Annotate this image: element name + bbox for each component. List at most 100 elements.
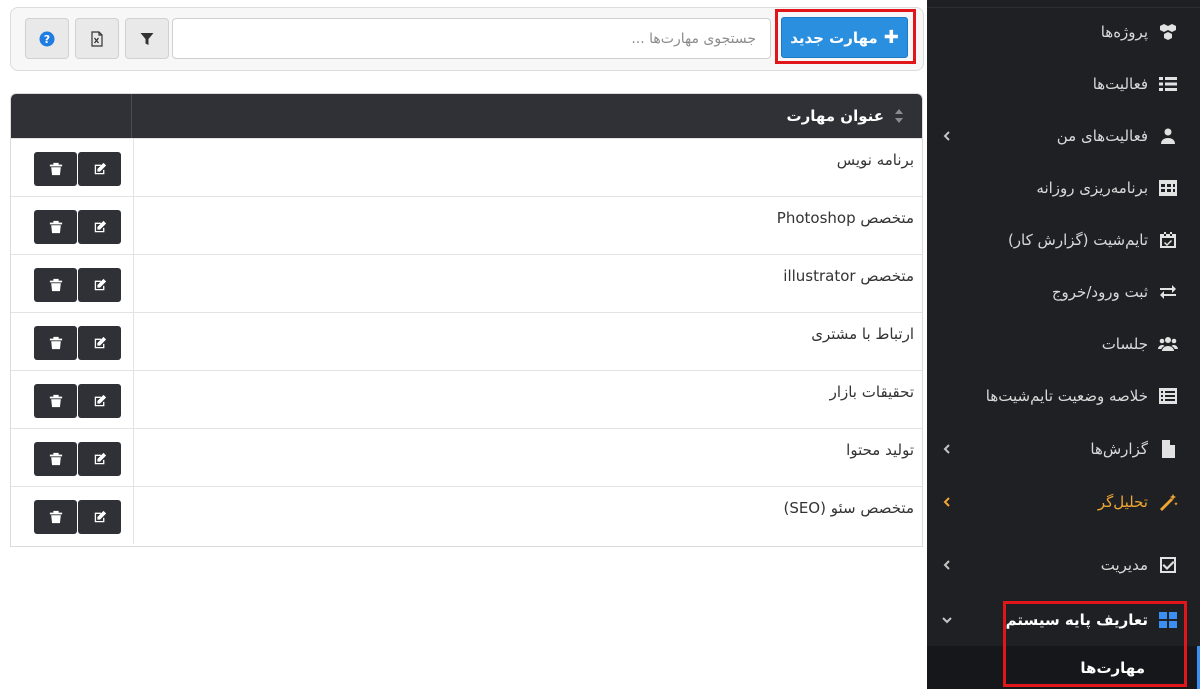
sidebar-item-reports[interactable]: گزارش‌ها: [927, 429, 1200, 469]
edit-button[interactable]: [78, 268, 121, 302]
row-actions: [11, 371, 132, 428]
sidebar-item-label: تعاریف پایه سیستم: [1005, 611, 1148, 629]
skill-title: تحقیقات بازار: [829, 383, 914, 401]
skill-title: متخصص Photoshop: [776, 209, 914, 227]
table-row: متخصص illustrator: [11, 254, 922, 312]
delete-button[interactable]: [34, 152, 77, 186]
sidebar-item-projects[interactable]: پروژه‌ها: [927, 12, 1200, 52]
edit-button[interactable]: [78, 384, 121, 418]
skill-title-cell: تولید محتوا: [133, 429, 922, 486]
trash-icon: [49, 452, 63, 466]
edit-button[interactable]: [78, 152, 121, 186]
edit-icon: [93, 510, 107, 524]
sidebar-item-check-in-out[interactable]: ثبت ورود/خروج: [927, 272, 1200, 312]
excel-export-button[interactable]: [75, 18, 119, 59]
skill-title-cell: متخصص illustrator: [133, 255, 922, 312]
sidebar-item-label: پروژه‌ها: [1100, 23, 1148, 41]
edit-icon: [93, 278, 107, 292]
sidebar-top-edge: [927, 0, 1200, 8]
skill-title: تولید محتوا: [846, 441, 914, 459]
chevron-left-icon: [937, 494, 953, 510]
sidebar-item-analyzer[interactable]: تحلیل‌گر: [927, 482, 1200, 522]
list-alt-icon: [1156, 386, 1180, 406]
exchange-icon: [1156, 282, 1180, 302]
row-actions: [11, 197, 132, 254]
table-row: متخصص سئو (SEO): [11, 486, 922, 544]
row-actions: [11, 313, 132, 370]
delete-button[interactable]: [34, 210, 77, 244]
magic-wand-icon: [1156, 492, 1180, 512]
help-button[interactable]: ?: [25, 18, 69, 59]
sidebar-subitem-label: مهارت‌ها: [1080, 658, 1145, 677]
table-row: تحقیقات بازار: [11, 370, 922, 428]
delete-button[interactable]: [34, 442, 77, 476]
table-row: تولید محتوا: [11, 428, 922, 486]
sidebar-item-label: خلاصه وضعیت تایم‌شیت‌ها: [985, 387, 1148, 405]
edit-icon: [93, 162, 107, 176]
edit-button[interactable]: [78, 500, 121, 534]
column-header-title-label: عنوان مهارت: [786, 107, 884, 125]
sidebar-item-management[interactable]: مدیریت: [927, 545, 1200, 585]
delete-button[interactable]: [34, 326, 77, 360]
skill-title-cell: متخصص Photoshop: [133, 197, 922, 254]
sidebar: پروژه‌ها فعالیت‌ها فعالیت‌های من برنامه‌…: [927, 0, 1200, 689]
skill-title-cell: تحقیقات بازار: [133, 371, 922, 428]
sidebar-item-label: ثبت ورود/خروج: [1051, 283, 1148, 301]
edit-icon: [93, 220, 107, 234]
edit-button[interactable]: [78, 210, 121, 244]
sidebar-item-label: برنامه‌ریزی روزانه: [1036, 179, 1148, 197]
delete-button[interactable]: [34, 500, 77, 534]
column-header-actions: [11, 94, 132, 138]
sidebar-item-label: فعالیت‌ها: [1092, 75, 1148, 93]
delete-button[interactable]: [34, 268, 77, 302]
svg-text:?: ?: [44, 33, 50, 46]
skills-table: عنوان مهارت برنامه نویس متخصص Photoshop مت…: [10, 93, 923, 547]
users-icon: [1156, 334, 1180, 354]
trash-icon: [49, 162, 63, 176]
list-icon: [1156, 74, 1180, 94]
calendar-check-icon: [1156, 230, 1180, 250]
filter-button[interactable]: [125, 18, 169, 59]
sidebar-item-meetings[interactable]: جلسات: [927, 324, 1200, 364]
column-header-title[interactable]: عنوان مهارت: [133, 94, 922, 138]
row-actions: [11, 487, 132, 544]
edit-icon: [93, 394, 107, 408]
sidebar-item-activities[interactable]: فعالیت‌ها: [927, 64, 1200, 104]
skill-title-cell: متخصص سئو (SEO): [133, 487, 922, 544]
sidebar-item-daily-planning[interactable]: برنامه‌ریزی روزانه: [927, 168, 1200, 208]
skill-title: متخصص illustrator: [783, 267, 914, 285]
chevron-left-icon: [937, 557, 953, 573]
new-skill-button[interactable]: ✚ مهارت جدید: [781, 17, 908, 58]
search-input[interactable]: [172, 18, 771, 59]
excel-icon: [91, 30, 103, 47]
sidebar-item-system-definitions[interactable]: تعاریف پایه سیستم: [927, 600, 1200, 640]
table-row: ارتباط با مشتری: [11, 312, 922, 370]
chevron-down-icon: [937, 612, 953, 628]
help-icon: ?: [39, 31, 55, 46]
sort-icon[interactable]: [892, 108, 904, 124]
sidebar-item-label: تحلیل‌گر: [1097, 493, 1148, 511]
table-row: برنامه نویس: [11, 138, 922, 196]
sidebar-item-label: گزارش‌ها: [1090, 440, 1148, 458]
edit-button[interactable]: [78, 442, 121, 476]
sidebar-item-my-activities[interactable]: فعالیت‌های من: [927, 116, 1200, 156]
skill-title: ارتباط با مشتری: [811, 325, 914, 343]
sidebar-item-label: فعالیت‌های من: [1056, 127, 1148, 145]
sidebar-item-timesheet[interactable]: تایم‌شیت (گزارش کار): [927, 220, 1200, 260]
delete-button[interactable]: [34, 384, 77, 418]
windows-icon: [1156, 610, 1180, 630]
new-skill-label: مهارت جدید: [790, 28, 878, 47]
sidebar-item-label: تایم‌شیت (گزارش کار): [1007, 231, 1148, 249]
table-header: عنوان مهارت: [11, 94, 922, 138]
edit-icon: [93, 452, 107, 466]
sidebar-subitem-skills[interactable]: مهارت‌ها: [927, 646, 1200, 689]
plus-icon: ✚: [883, 26, 899, 48]
edit-button[interactable]: [78, 326, 121, 360]
sidebar-item-timesheet-summary[interactable]: خلاصه وضعیت تایم‌شیت‌ها: [927, 376, 1200, 416]
sidebar-item-label: مدیریت: [1100, 556, 1148, 574]
sidebar-item-label: جلسات: [1101, 335, 1148, 353]
row-actions: [11, 255, 132, 312]
trash-icon: [49, 220, 63, 234]
chevron-left-icon: [937, 128, 953, 144]
chevron-left-icon: [937, 441, 953, 457]
